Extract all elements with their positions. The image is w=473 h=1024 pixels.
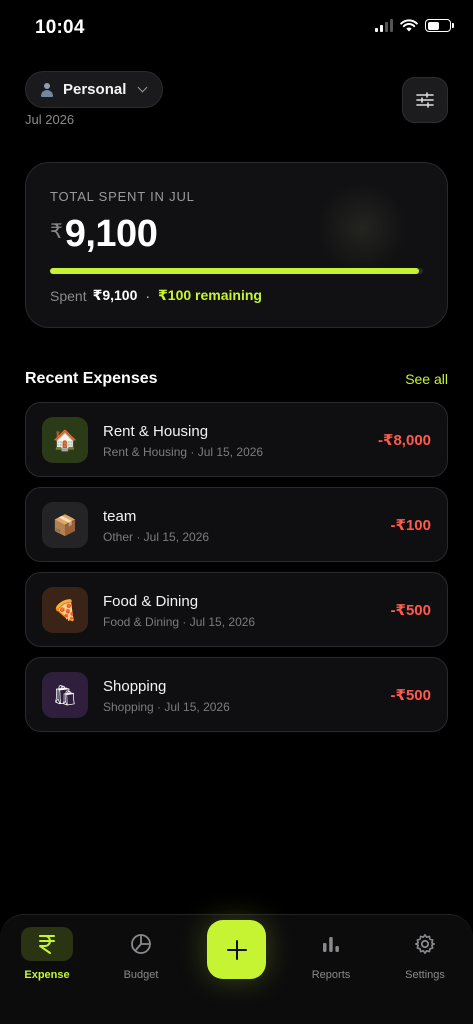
pizza-icon: 🍕 xyxy=(42,587,88,633)
status-icons xyxy=(375,19,454,32)
summary-amount: ₹ 9,100 xyxy=(50,213,158,256)
bar-chart-icon xyxy=(305,927,357,961)
expense-subtitle: Shopping · Jul 15, 2026 xyxy=(103,700,230,714)
nav-item-settings[interactable]: Settings xyxy=(385,927,465,981)
expense-amount: -₹8,000 xyxy=(378,432,431,449)
nav-label-expense: Expense xyxy=(24,969,70,981)
person-icon xyxy=(40,82,54,97)
expense-list: 🏠 Rent & Housing Rent & Housing · Jul 15… xyxy=(25,402,448,742)
summary-footer: Spent ₹9,100 · ₹100 remaining xyxy=(50,287,262,304)
nav-label-settings: Settings xyxy=(405,969,445,981)
nav-label-reports: Reports xyxy=(311,969,351,981)
rupee-icon xyxy=(21,927,73,961)
gear-icon xyxy=(399,927,451,961)
status-bar: 10:04 xyxy=(0,0,473,58)
recent-expenses-title: Recent Expenses xyxy=(25,370,158,387)
battery-icon xyxy=(425,19,454,32)
filter-button[interactable] xyxy=(402,77,448,123)
profile-switcher[interactable]: Personal xyxy=(25,71,163,108)
cellular-signal-icon xyxy=(375,19,393,32)
shopping-bag-icon: 🛍 xyxy=(42,672,88,718)
status-time: 10:04 xyxy=(35,17,85,38)
pie-chart-icon xyxy=(115,927,167,961)
house-icon: 🏠 xyxy=(42,417,88,463)
expense-subtitle: Other · Jul 15, 2026 xyxy=(103,530,210,544)
budget-progress-fill xyxy=(50,268,419,274)
plus-icon xyxy=(226,939,247,960)
expense-subtitle: Food & Dining · Jul 15, 2026 xyxy=(103,615,256,629)
add-expense-button[interactable] xyxy=(207,920,266,979)
expense-title: Food & Dining xyxy=(103,593,199,610)
chevron-down-icon xyxy=(137,82,148,93)
separator-dot: · xyxy=(145,287,151,304)
nav-label-budget: Budget xyxy=(123,969,159,981)
nav-item-budget[interactable]: Budget xyxy=(101,927,181,981)
summary-label: TOTAL SPENT IN JUL xyxy=(50,189,195,204)
expense-subtitle: Rent & Housing · Jul 15, 2026 xyxy=(103,445,264,459)
nav-item-reports[interactable]: Reports xyxy=(291,927,371,981)
expense-amount: -₹500 xyxy=(390,602,431,619)
expense-item[interactable]: 🍕 Food & Dining Food & Dining · Jul 15, … xyxy=(25,572,448,647)
expense-title: Rent & Housing xyxy=(103,423,209,440)
see-all-link[interactable]: See all xyxy=(405,371,448,387)
expense-amount: -₹500 xyxy=(390,687,431,704)
nav-item-expense[interactable]: Expense xyxy=(7,927,87,981)
spent-value: ₹9,100 xyxy=(92,287,138,303)
expense-item[interactable]: 📦 team Other · Jul 15, 2026 -₹100 xyxy=(25,487,448,562)
remaining-amount: ₹100 remaining xyxy=(158,287,262,303)
currency-symbol: ₹ xyxy=(50,221,63,243)
expense-title: team xyxy=(103,508,137,525)
total-spent-value: 9,100 xyxy=(64,213,158,255)
package-icon: 📦 xyxy=(42,502,88,548)
period-date: Jul 2026 xyxy=(25,112,75,127)
expense-amount: -₹100 xyxy=(390,517,431,534)
profile-name: Personal xyxy=(63,81,127,98)
wifi-icon xyxy=(400,19,418,32)
expense-home-screen: 10:04 Personal Jul 2026 TOTAL SPENT IN J… xyxy=(0,0,473,1024)
sliders-icon xyxy=(416,92,434,108)
spent-label: Spent xyxy=(50,287,87,304)
budget-progress-bar xyxy=(50,268,423,274)
expense-item[interactable]: 🏠 Rent & Housing Rent & Housing · Jul 15… xyxy=(25,402,448,477)
spending-summary-card: TOTAL SPENT IN JUL ₹ 9,100 Spent ₹9,100 … xyxy=(25,162,448,328)
expense-item[interactable]: 🛍 Shopping Shopping · Jul 15, 2026 -₹500 xyxy=(25,657,448,732)
expense-title: Shopping xyxy=(103,678,167,695)
